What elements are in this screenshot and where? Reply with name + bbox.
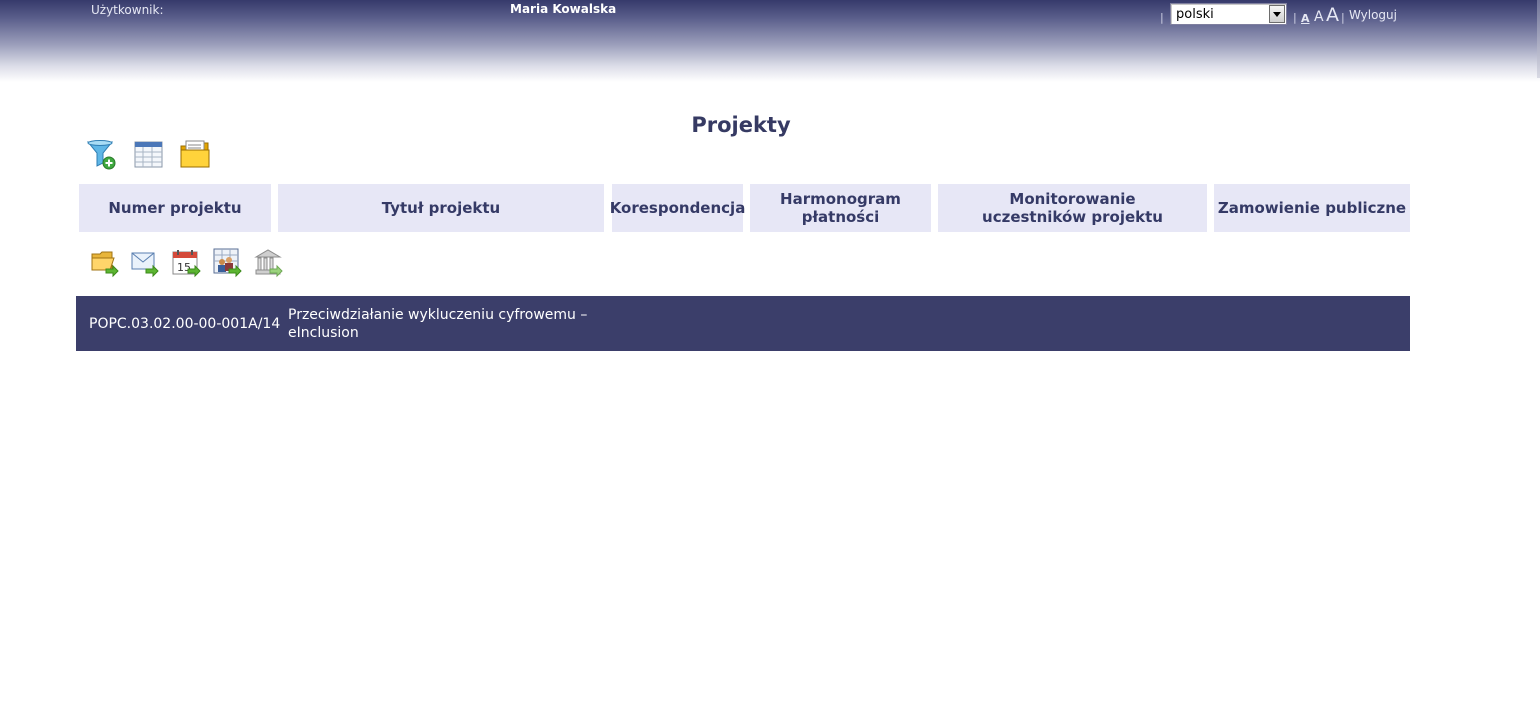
language-select[interactable]: polski bbox=[1170, 3, 1287, 25]
column-header-harmonogram-platnosci[interactable]: Harmonogram płatności bbox=[750, 184, 931, 232]
open-folder-icon[interactable] bbox=[90, 248, 120, 282]
participants-icon[interactable] bbox=[213, 248, 243, 282]
separator: | bbox=[1293, 11, 1297, 24]
cell-numer-projektu: POPC.03.02.00-00-001A/14 bbox=[89, 316, 281, 332]
cell-tytul-projektu-line2: eInclusion bbox=[288, 325, 359, 341]
bank-icon[interactable] bbox=[254, 248, 284, 282]
user-name: Maria Kowalska bbox=[510, 2, 617, 16]
filter-add-icon[interactable] bbox=[86, 139, 118, 175]
column-header-monitorowanie-uczestnikow[interactable]: Monitorowanie uczestników projektu bbox=[938, 184, 1207, 232]
column-header-numer-projektu[interactable]: Numer projektu bbox=[79, 184, 271, 232]
cell-tytul-projektu-line1: Przeciwdziałanie wykluczeniu cyfrowemu – bbox=[288, 307, 588, 323]
column-header-korespondencja[interactable]: Korespondencja bbox=[610, 184, 745, 232]
separator: | bbox=[1160, 11, 1164, 24]
logout-link[interactable]: Wyloguj bbox=[1349, 8, 1397, 22]
font-size-medium-link[interactable]: A bbox=[1314, 9, 1324, 25]
font-size-large-link[interactable]: A bbox=[1326, 4, 1339, 26]
separator: | bbox=[1341, 11, 1345, 24]
language-select-value: polski bbox=[1176, 7, 1214, 22]
user-label: Użytkownik: bbox=[91, 3, 164, 17]
column-header-zamowienie-publiczne[interactable]: Zamowienie publiczne bbox=[1214, 184, 1410, 232]
calendar-icon[interactable]: 15 bbox=[172, 248, 202, 282]
font-size-small-link[interactable]: A bbox=[1301, 12, 1310, 25]
column-header-tytul-projektu[interactable]: Tytuł projektu bbox=[278, 184, 604, 232]
chevron-down-icon[interactable] bbox=[1269, 5, 1285, 23]
table-row[interactable]: POPC.03.02.00-00-001A/14 Przeciwdziałani… bbox=[76, 296, 1410, 351]
table-view-icon[interactable] bbox=[134, 140, 164, 174]
folder-icon[interactable] bbox=[179, 138, 212, 174]
page-title: Projekty bbox=[691, 113, 791, 137]
mail-icon[interactable] bbox=[130, 248, 160, 282]
